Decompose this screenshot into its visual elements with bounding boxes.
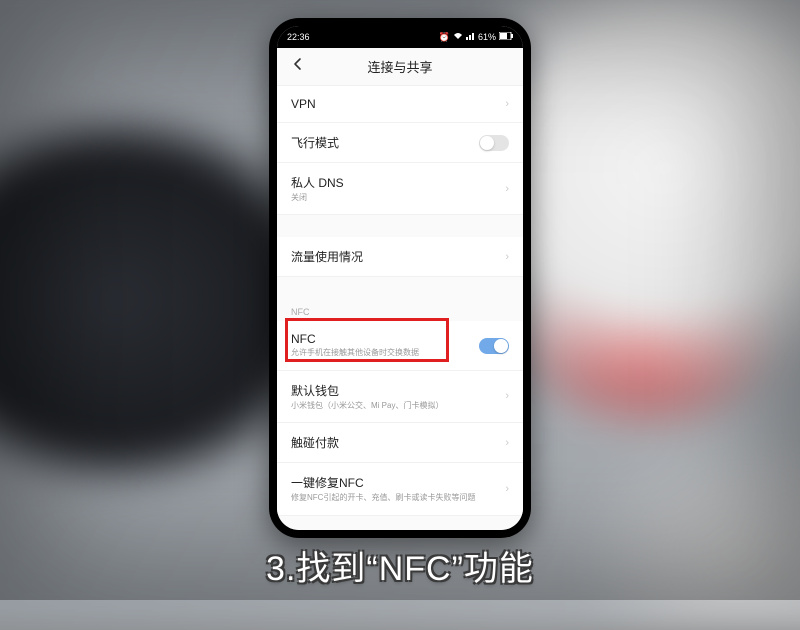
row-repair-nfc[interactable]: 一键修复NFC 修复NFC引起的开卡、充值、刷卡或读卡失败等问题 › [277, 463, 523, 515]
chevron-right-icon: › [505, 437, 509, 449]
alarm-icon: ⏰ [439, 32, 450, 43]
section-header-nfc: NFC [277, 299, 523, 321]
row-sub: 关闭 [291, 193, 499, 203]
tutorial-caption: 3.找到“NFC”功能 [0, 541, 800, 590]
row-sub: 小米钱包（小米公交、Mi Pay、门卡模拟） [291, 401, 499, 411]
chevron-right-icon: › [505, 183, 509, 195]
airplane-toggle[interactable] [479, 135, 509, 151]
row-tap-pay[interactable]: 触碰付款 › [277, 423, 523, 463]
row-nfc[interactable]: NFC 允许手机在接触其他设备时交换数据 [277, 321, 523, 370]
status-time: 22:36 [287, 32, 310, 42]
wifi-icon [453, 32, 463, 42]
row-label: 流量使用情况 [291, 248, 499, 265]
section-gap [277, 215, 523, 237]
battery-icon [499, 32, 513, 42]
nfc-toggle[interactable] [479, 338, 509, 354]
section-gap [277, 277, 523, 299]
chevron-right-icon: › [505, 251, 509, 263]
phone-frame: 22:36 ⏰ 61% 连接与共享 [269, 18, 531, 538]
signal-icon [466, 32, 475, 42]
row-label: 私人 DNS [291, 174, 499, 191]
back-button[interactable] [287, 53, 309, 80]
row-label: NFC [291, 332, 479, 346]
row-sub: 允许手机在接触其他设备时交换数据 [291, 348, 479, 358]
row-data-usage[interactable]: 流量使用情况 › [277, 237, 523, 277]
row-label: 触碰付款 [291, 434, 499, 451]
page-title: 连接与共享 [277, 57, 523, 76]
row-label: VPN [291, 97, 499, 111]
chevron-right-icon: › [505, 390, 509, 402]
row-label: 默认钱包 [291, 382, 499, 399]
settings-list[interactable]: VPN › 飞行模式 私人 DNS 关闭 › 流量使用情况 › NFC [277, 86, 523, 530]
chevron-right-icon: › [505, 483, 509, 495]
row-private-dns[interactable]: 私人 DNS 关闭 › [277, 163, 523, 215]
battery-text: 61% [478, 32, 496, 42]
phone-screen: 22:36 ⏰ 61% 连接与共享 [277, 26, 523, 530]
row-default-wallet[interactable]: 默认钱包 小米钱包（小米公交、Mi Pay、门卡模拟） › [277, 371, 523, 423]
row-label: 一键修复NFC [291, 474, 499, 491]
row-airplane[interactable]: 飞行模式 [277, 123, 523, 163]
row-label: 飞行模式 [291, 134, 479, 151]
chevron-right-icon: › [505, 98, 509, 110]
phone-notch [370, 26, 430, 40]
titlebar: 连接与共享 [277, 48, 523, 86]
row-vpn[interactable]: VPN › [277, 86, 523, 123]
arrow-left-icon [291, 57, 305, 71]
row-sub: 修复NFC引起的开卡、充值、刷卡或读卡失败等问题 [291, 493, 499, 503]
status-right: ⏰ 61% [439, 32, 513, 43]
